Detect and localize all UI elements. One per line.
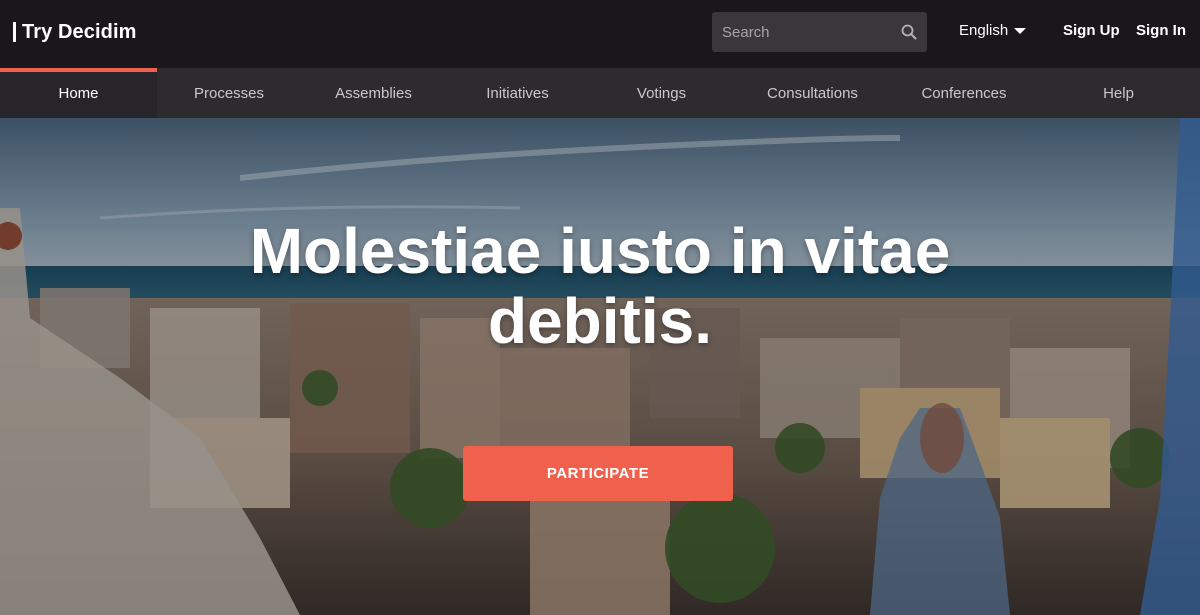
hero-title: Molestiae iusto in vitae debitis.: [249, 215, 951, 357]
nav-item-assemblies[interactable]: Assemblies: [301, 68, 446, 118]
language-selector[interactable]: English: [959, 22, 1027, 39]
nav-item-conferences[interactable]: Conferences: [891, 68, 1037, 118]
nav-item-consultations[interactable]: Consultations: [734, 68, 891, 118]
brand-bar: [13, 22, 16, 42]
language-label: English: [959, 22, 1009, 39]
search-box: [712, 12, 927, 52]
main-nav: Home Processes Assemblies Initiatives Vo…: [0, 68, 1200, 118]
brand-logo[interactable]: Try Decidim: [13, 20, 136, 44]
search-icon[interactable]: [901, 24, 917, 40]
nav-item-home[interactable]: Home: [0, 68, 157, 118]
chevron-down-icon: [1014, 27, 1027, 34]
search-input[interactable]: [712, 12, 897, 52]
nav-item-help[interactable]: Help: [1037, 68, 1200, 118]
top-bar: Try Decidim English Sign Up Sign In: [0, 0, 1200, 68]
nav-item-processes[interactable]: Processes: [157, 68, 301, 118]
nav-item-initiatives[interactable]: Initiatives: [446, 68, 589, 118]
sign-up-link[interactable]: Sign Up: [1063, 22, 1120, 39]
nav-item-votings[interactable]: Votings: [589, 68, 734, 118]
hero-background-image: [0, 118, 1200, 615]
hero-banner: Molestiae iusto in vitae debitis. PARTIC…: [0, 118, 1200, 615]
participate-button[interactable]: PARTICIPATE: [463, 446, 733, 501]
sign-in-link[interactable]: Sign In: [1136, 22, 1186, 39]
brand-name: Try Decidim: [22, 20, 137, 43]
